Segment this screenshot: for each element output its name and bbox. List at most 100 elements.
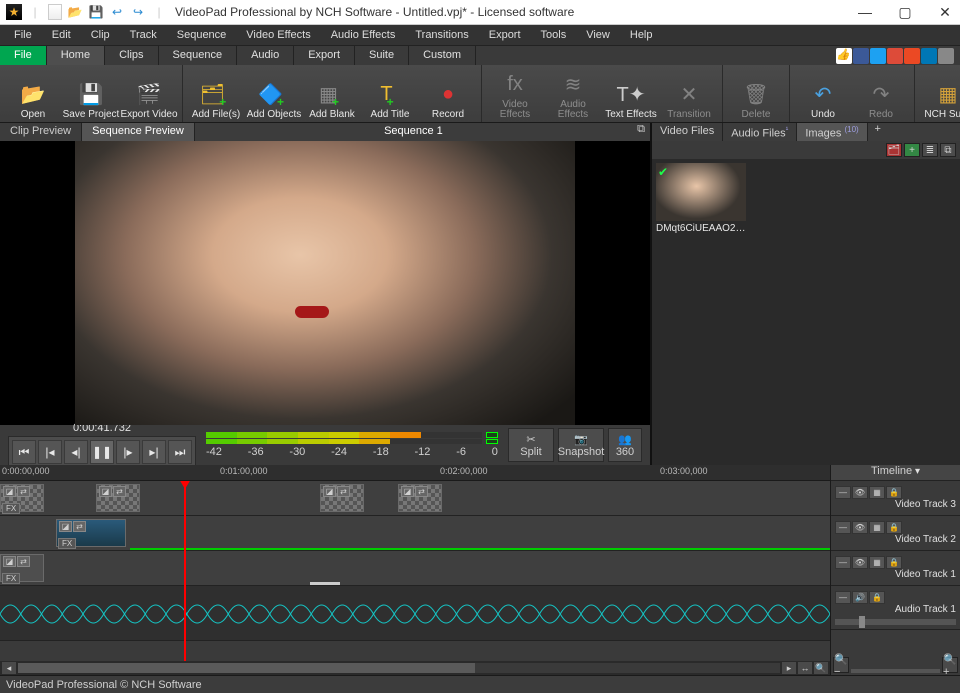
- maximize-button[interactable]: ▢: [896, 3, 914, 21]
- scrollbar-thumb[interactable]: [18, 663, 475, 673]
- timeline-clip[interactable]: ◪⇄: [320, 484, 364, 512]
- media-list-icon[interactable]: ≣: [922, 143, 938, 157]
- qat-new-icon[interactable]: [48, 4, 62, 20]
- zoom-slider[interactable]: [851, 669, 940, 673]
- timeline[interactable]: 0:00:00,000 0:01:00,000 0:02:00,000 0:03…: [0, 465, 830, 675]
- scrollbar-track[interactable]: [18, 663, 780, 673]
- goto-end-button[interactable]: ⏭: [168, 440, 192, 464]
- ribbon-tab-sequence[interactable]: Sequence: [159, 46, 238, 65]
- tab-video-files[interactable]: Video Files: [652, 123, 723, 141]
- timeline-hscroll[interactable]: ◂ ▸ ↔ 🔍: [0, 661, 830, 675]
- goto-start-button[interactable]: ⏮: [12, 440, 36, 464]
- menu-tools[interactable]: Tools: [531, 26, 577, 44]
- track-collapse-icon[interactable]: —: [835, 591, 851, 604]
- ribbon-tab-custom[interactable]: Custom: [409, 46, 476, 65]
- tab-audio-files[interactable]: Audio Files¹: [723, 123, 797, 141]
- preview-viewport[interactable]: [0, 141, 650, 425]
- ribbon-transition-button[interactable]: ✕Transition: [660, 66, 718, 120]
- track-grid-icon[interactable]: ▦: [869, 521, 885, 534]
- ribbon-record-button[interactable]: ●Record: [419, 66, 477, 120]
- fx-badge[interactable]: FX: [2, 503, 20, 514]
- zoom-fit-icon[interactable]: 🔍: [814, 662, 828, 674]
- media-bin-icon[interactable]: 🗂: [886, 143, 902, 157]
- ribbon-audio-effects-button[interactable]: ≋Audio Effects: [544, 66, 602, 120]
- media-popout-icon[interactable]: ⧉: [940, 143, 956, 157]
- ribbon-export-video-button[interactable]: 🎬Export Video: [120, 66, 178, 120]
- share-icon[interactable]: [938, 48, 954, 64]
- track-collapse-icon[interactable]: —: [835, 521, 851, 534]
- track-lock-icon[interactable]: 🔒: [886, 486, 902, 499]
- ribbon-add-blank-button[interactable]: ▦+Add Blank: [303, 66, 361, 120]
- snapshot-button[interactable]: 📷Snapshot: [558, 428, 604, 462]
- playhead[interactable]: [184, 481, 186, 661]
- next-frame-button[interactable]: ▸|: [142, 440, 166, 464]
- stumble-icon[interactable]: [904, 48, 920, 64]
- ribbon-text-effects-button[interactable]: T✦Text Effects: [602, 66, 660, 120]
- zoom-in-button[interactable]: 🔍+: [942, 657, 958, 673]
- ribbon-video-effects-button[interactable]: fxVideo Effects: [486, 66, 544, 120]
- step-fwd-button[interactable]: |▸: [116, 440, 140, 464]
- menu-audio-effects[interactable]: Audio Effects: [321, 26, 406, 44]
- menu-export[interactable]: Export: [479, 26, 531, 44]
- menu-edit[interactable]: Edit: [42, 26, 81, 44]
- menu-track[interactable]: Track: [120, 26, 167, 44]
- menu-file[interactable]: File: [4, 26, 42, 44]
- gplus-icon[interactable]: [887, 48, 903, 64]
- tab-images[interactable]: Images (10): [797, 123, 867, 141]
- scroll-right-button[interactable]: ▸: [782, 662, 796, 674]
- ribbon-tab-home[interactable]: Home: [47, 46, 105, 65]
- track-header-video-3[interactable]: —👁▦🔒 Video Track 3: [831, 481, 960, 516]
- fx-badge[interactable]: FX: [2, 573, 20, 584]
- track-grid-icon[interactable]: ▦: [869, 486, 885, 499]
- ribbon-tab-file[interactable]: File: [0, 46, 47, 65]
- facebook-icon[interactable]: [853, 48, 869, 64]
- ribbon-add-file-s--button[interactable]: 🗂+Add File(s): [187, 66, 245, 120]
- track-eye-icon[interactable]: 👁: [852, 521, 868, 534]
- ribbon-save-project-button[interactable]: 💾Save Project: [62, 66, 120, 120]
- prev-frame-button[interactable]: |◂: [38, 440, 62, 464]
- ribbon-delete-button[interactable]: 🗑Delete: [727, 66, 785, 120]
- ribbon-tab-suite[interactable]: Suite: [355, 46, 409, 65]
- timeline-dropdown[interactable]: Timeline ▾: [831, 465, 960, 481]
- ribbon-redo-button[interactable]: ↷Redo: [852, 66, 910, 120]
- timeline-ruler[interactable]: 0:00:00,000 0:01:00,000 0:02:00,000 0:03…: [0, 465, 830, 481]
- menu-transitions[interactable]: Transitions: [405, 26, 478, 44]
- scroll-left-button[interactable]: ◂: [2, 662, 16, 674]
- tab-clip-preview[interactable]: Clip Preview: [0, 123, 82, 141]
- timeline-clip[interactable]: ◪⇄: [96, 484, 140, 512]
- track-video-2[interactable]: ◪⇄ FX: [0, 516, 830, 551]
- zoom-out-button[interactable]: 🔍−: [833, 657, 849, 673]
- track-header-audio-1[interactable]: —🔊🔒 Audio Track 1: [831, 586, 960, 630]
- ribbon-tab-export[interactable]: Export: [294, 46, 355, 65]
- track-audio-1[interactable]: [0, 586, 830, 641]
- menu-clip[interactable]: Clip: [81, 26, 120, 44]
- ribbon-undo-button[interactable]: ↶Undo: [794, 66, 852, 120]
- preview-popout-icon[interactable]: ⧉: [632, 123, 650, 141]
- minimize-button[interactable]: —: [856, 3, 874, 21]
- qat-undo-icon[interactable]: ↩: [109, 4, 125, 20]
- qat-save-icon[interactable]: 💾: [88, 4, 104, 20]
- ribbon-open-button[interactable]: 📂Open: [4, 66, 62, 120]
- track-header-video-2[interactable]: —👁▦🔒 Video Track 2: [831, 516, 960, 551]
- fx-badge[interactable]: FX: [58, 538, 76, 549]
- track-grid-icon[interactable]: ▦: [869, 556, 885, 569]
- vr360-button[interactable]: 👥360: [608, 428, 642, 462]
- linkedin-icon[interactable]: [921, 48, 937, 64]
- ribbon-add-title-button[interactable]: T+Add Title: [361, 66, 419, 120]
- track-video-3[interactable]: ◪⇄ ◪⇄ ◪⇄ ◪⇄ FX: [0, 481, 830, 516]
- split-button[interactable]: ✂Split: [508, 428, 554, 462]
- track-eye-icon[interactable]: 👁: [852, 556, 868, 569]
- ribbon-nch-suite-button[interactable]: ▦NCH Suite: [919, 66, 960, 120]
- add-tab-button[interactable]: +: [868, 123, 888, 141]
- step-back-button[interactable]: ◂|: [64, 440, 88, 464]
- play-pause-button[interactable]: ❚❚: [90, 440, 114, 464]
- menu-sequence[interactable]: Sequence: [167, 26, 237, 44]
- close-button[interactable]: ✕: [936, 3, 954, 21]
- media-add-icon[interactable]: +: [904, 143, 920, 157]
- timeline-clip[interactable]: ◪⇄: [398, 484, 442, 512]
- track-mute-icon[interactable]: 🔊: [852, 591, 868, 604]
- track-video-1[interactable]: ◪⇄ FX: [0, 551, 830, 586]
- track-collapse-icon[interactable]: —: [835, 556, 851, 569]
- track-lock-icon[interactable]: 🔒: [886, 556, 902, 569]
- qat-open-icon[interactable]: 📂: [67, 4, 83, 20]
